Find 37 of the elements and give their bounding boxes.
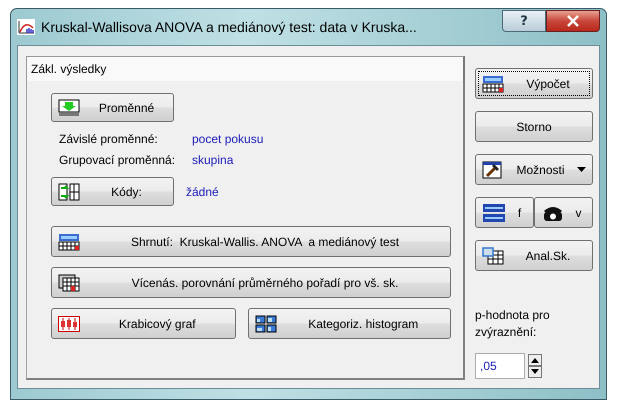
- stacked-tables-icon: [58, 274, 80, 292]
- field-label: Závislé proměnné:: [59, 132, 159, 146]
- side-button[interactable]: Anal.Sk.: [475, 240, 593, 271]
- field-value: pocet pokusu: [192, 132, 264, 146]
- tool-button[interactable]: v: [534, 197, 593, 228]
- options-dropdown[interactable]: Možnosti: [475, 154, 593, 185]
- threshold-label: p-hodnota pro zvýraznění:: [475, 307, 551, 341]
- graph-button[interactable]: Krabicový graf: [51, 308, 236, 339]
- threshold-field[interactable]: ,05: [475, 353, 525, 379]
- codes-value: žádné: [186, 184, 219, 198]
- field-label: Grupovací proměnná:: [59, 153, 176, 167]
- variables-button[interactable]: Proměnné: [51, 93, 174, 122]
- help-button[interactable]: ?: [502, 10, 546, 32]
- table-icon: [58, 232, 80, 250]
- result-button[interactable]: Vícenás. porovnání průměrného pořadí pro vš. sk.: [51, 267, 451, 298]
- tool-button[interactable]: f: [475, 197, 534, 228]
- field-value: skupina: [192, 153, 234, 167]
- select-cases-icon: [482, 202, 506, 222]
- close-button[interactable]: [546, 10, 600, 32]
- grid-arrows-icon: [58, 182, 80, 200]
- caret-icon: [577, 167, 586, 172]
- hammer-icon: [482, 160, 504, 178]
- close-icon: [566, 15, 580, 27]
- chart-icon: [17, 19, 35, 35]
- histograms-icon: [254, 314, 277, 332]
- result-button[interactable]: Shrnutí: Kruskal-Wallis. ANOVA a mediánový test: [51, 226, 451, 257]
- monitor-arrow-icon: [58, 98, 80, 116]
- grouped-table-icon: [482, 246, 504, 264]
- codes-button[interactable]: Kódy:: [51, 177, 174, 206]
- spinner-icon[interactable]: [528, 354, 542, 378]
- tab[interactable]: Zákl. výsledky: [26, 56, 465, 81]
- side-button[interactable]: Výpočet: [475, 68, 593, 99]
- side-button[interactable]: Storno: [475, 111, 593, 142]
- boxplot-icon: [58, 316, 80, 332]
- window-title: Kruskal-Wallisova ANOVA a mediánový test: data v Kruska...: [41, 19, 418, 35]
- graph-button[interactable]: Kategoriz. histogram: [248, 308, 451, 339]
- table-icon: [482, 74, 504, 92]
